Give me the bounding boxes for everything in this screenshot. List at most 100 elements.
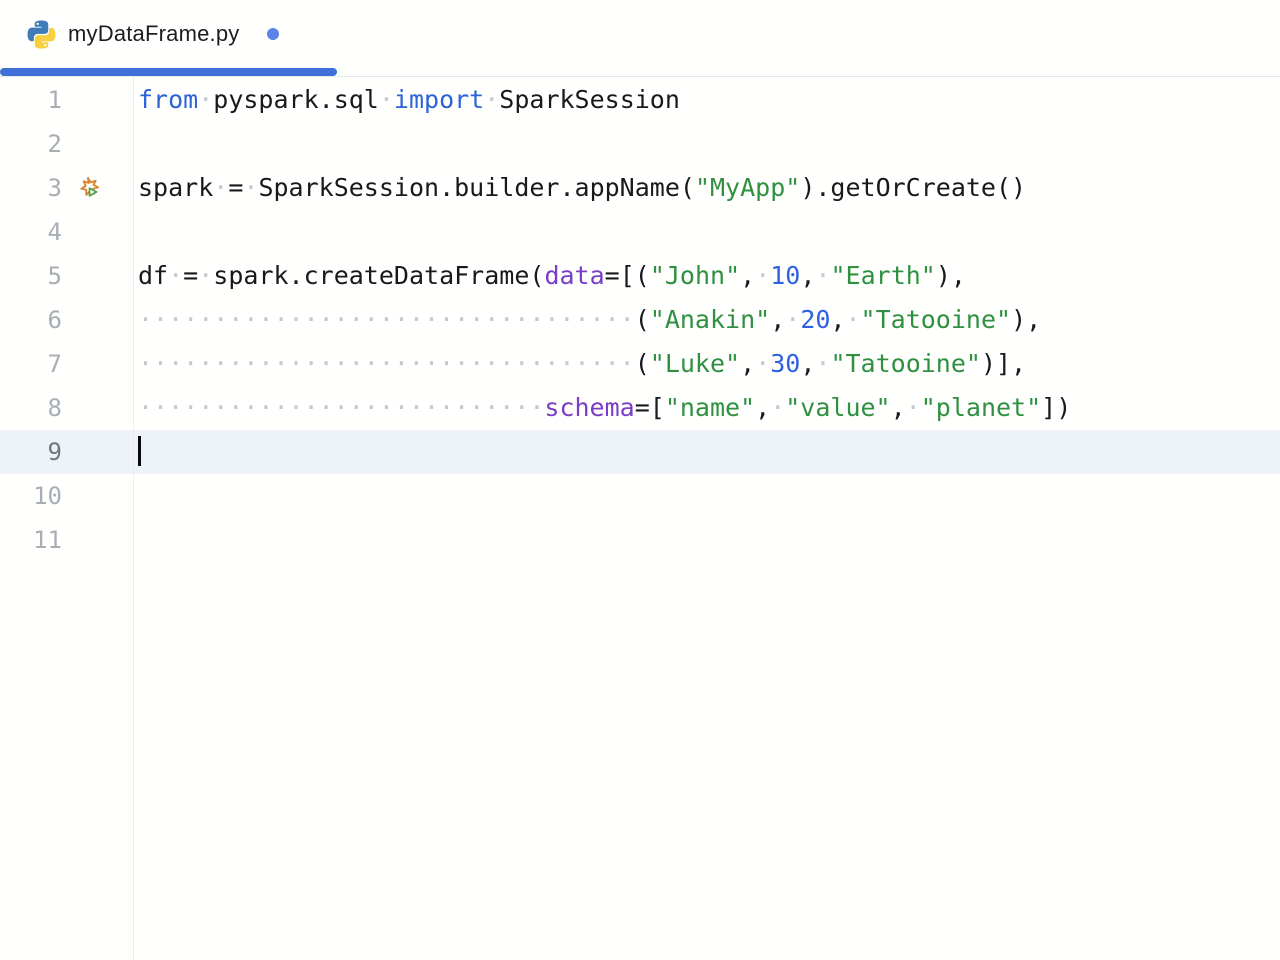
- whitespace-dots: ·: [198, 85, 213, 114]
- gutter: 10: [0, 474, 133, 518]
- code-text[interactable]: from·pyspark.sql·import·SparkSession: [133, 78, 1280, 122]
- token: ,: [740, 261, 755, 290]
- token: ,: [891, 393, 906, 422]
- code-text[interactable]: [133, 210, 1280, 254]
- line-number[interactable]: 4: [0, 210, 62, 254]
- gutter: 4: [0, 210, 133, 254]
- line-number[interactable]: 7: [0, 342, 62, 386]
- whitespace-dots: ·: [198, 261, 213, 290]
- token-kw: from: [138, 85, 198, 114]
- code-text[interactable]: [133, 430, 1280, 474]
- code-text[interactable]: ···························schema=["name…: [133, 386, 1280, 430]
- code-text[interactable]: [133, 122, 1280, 166]
- token: df: [138, 261, 168, 290]
- tab-mydataframe[interactable]: myDataFrame.py: [0, 0, 337, 68]
- code-line[interactable]: 2: [0, 122, 1280, 166]
- whitespace-dots: ·: [168, 261, 183, 290]
- token: ,: [800, 261, 815, 290]
- code-text[interactable]: ·································("Luke"…: [133, 342, 1280, 386]
- code-text[interactable]: [133, 518, 1280, 562]
- code-line[interactable]: 5 df·=·spark.createDataFrame(data=[("John…: [0, 254, 1280, 298]
- whitespace-dots: ·: [755, 349, 770, 378]
- line-number[interactable]: 11: [0, 518, 62, 562]
- token: ),: [1011, 305, 1041, 334]
- whitespace-dots: ·: [213, 173, 228, 202]
- token-num: 20: [800, 305, 830, 334]
- token: (: [635, 349, 650, 378]
- token: spark: [138, 173, 213, 202]
- code-line[interactable]: 4: [0, 210, 1280, 254]
- whitespace-dots: ·: [484, 85, 499, 114]
- whitespace-dots: ·: [770, 393, 785, 422]
- text-cursor: [138, 436, 141, 466]
- token: ),: [936, 261, 966, 290]
- token: )],: [981, 349, 1026, 378]
- tab-bar: myDataFrame.py: [0, 0, 1280, 77]
- code-editor[interactable]: 1from·pyspark.sql·import·SparkSession23 …: [0, 77, 1280, 960]
- token: spark.createDataFrame(: [213, 261, 544, 290]
- active-tab-underline: [0, 68, 337, 76]
- line-number[interactable]: 8: [0, 386, 62, 430]
- whitespace-dots: ·································: [138, 305, 635, 334]
- whitespace-dots: ·: [755, 261, 770, 290]
- line-number[interactable]: 2: [0, 122, 62, 166]
- token: ,: [770, 305, 785, 334]
- token: (: [635, 305, 650, 334]
- token-str: "Tatooine": [861, 305, 1012, 334]
- gutter: 6: [0, 298, 133, 342]
- token: SparkSession.builder.appName(: [258, 173, 695, 202]
- code-line[interactable]: 7 ·································("Luke…: [0, 342, 1280, 386]
- whitespace-dots: ···························: [138, 393, 544, 422]
- token-str: "Earth": [830, 261, 935, 290]
- gutter: 5: [0, 254, 133, 298]
- whitespace-dots: ·: [815, 349, 830, 378]
- whitespace-dots: ·: [379, 85, 394, 114]
- token-str: "Luke": [650, 349, 740, 378]
- token: pyspark.sql: [213, 85, 379, 114]
- code-text[interactable]: df·=·spark.createDataFrame(data=[("John"…: [133, 254, 1280, 298]
- code-text[interactable]: spark·=·SparkSession.builder.appName("My…: [133, 166, 1280, 210]
- token-str: "Anakin": [650, 305, 770, 334]
- code-text[interactable]: [133, 474, 1280, 518]
- token: =[(: [605, 261, 650, 290]
- line-number[interactable]: 10: [0, 474, 62, 518]
- whitespace-dots: ·································: [138, 349, 635, 378]
- whitespace-dots: ·: [815, 261, 830, 290]
- gutter: 2: [0, 122, 133, 166]
- token: ).getOrCreate(): [800, 173, 1026, 202]
- gutter: 3: [0, 166, 133, 210]
- run-icon-glyph: [77, 175, 103, 201]
- code-line[interactable]: 8 ···························schema=["nam…: [0, 386, 1280, 430]
- token: =: [228, 173, 243, 202]
- gutter: 11: [0, 518, 133, 562]
- code-line[interactable]: 10: [0, 474, 1280, 518]
- gutter: 9: [0, 430, 133, 474]
- line-number[interactable]: 6: [0, 298, 62, 342]
- token-kw: import: [394, 85, 484, 114]
- token: ,: [800, 349, 815, 378]
- code-line[interactable]: 3 spark·=·SparkSession.builder.appName("…: [0, 166, 1280, 210]
- token: SparkSession: [499, 85, 680, 114]
- whitespace-dots: ·: [845, 305, 860, 334]
- code-line[interactable]: 6 ·································("Anak…: [0, 298, 1280, 342]
- code-text[interactable]: ·································("Anaki…: [133, 298, 1280, 342]
- token: =[: [635, 393, 665, 422]
- token: ,: [830, 305, 845, 334]
- token-num: 10: [770, 261, 800, 290]
- line-number[interactable]: 3: [0, 166, 62, 210]
- token-num: 30: [770, 349, 800, 378]
- token-str: "name": [665, 393, 755, 422]
- modified-indicator: [267, 28, 279, 40]
- line-number[interactable]: 1: [0, 78, 62, 122]
- code-line[interactable]: 9: [0, 430, 1280, 474]
- line-number[interactable]: 5: [0, 254, 62, 298]
- token: ,: [755, 393, 770, 422]
- run-icon[interactable]: [75, 173, 105, 203]
- gutter-separator: [133, 77, 134, 960]
- token-str: "Tatooine": [830, 349, 981, 378]
- line-number[interactable]: 9: [0, 430, 62, 474]
- code-line[interactable]: 1from·pyspark.sql·import·SparkSession: [0, 78, 1280, 122]
- token: =: [183, 261, 198, 290]
- whitespace-dots: ·: [243, 173, 258, 202]
- code-line[interactable]: 11: [0, 518, 1280, 562]
